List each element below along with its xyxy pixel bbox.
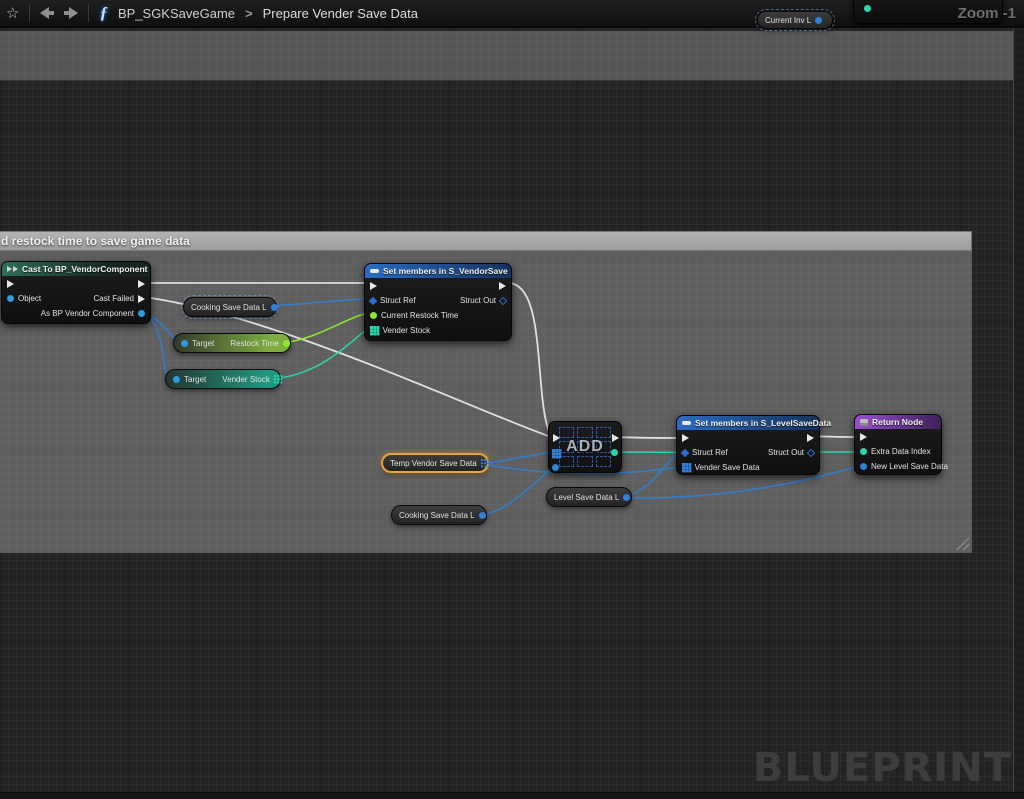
value-out-pin[interactable]	[479, 512, 486, 519]
pill-temp-vendor-save-data[interactable]: Temp Vendor Save Data	[381, 453, 489, 473]
struct-out-pin[interactable]	[499, 296, 507, 304]
node-title: Return Node	[872, 417, 923, 427]
pill-label: Level Save Data L	[554, 493, 619, 502]
as-component-label: As BP Vendor Component	[41, 309, 134, 318]
zoom-level-label: Zoom -1	[958, 5, 1016, 22]
new-level-save-pin[interactable]	[860, 463, 867, 470]
struct-icon	[682, 421, 691, 425]
pill-label: Cooking Save Data L	[399, 511, 475, 520]
value-out-pin[interactable]	[815, 17, 822, 24]
vender-save-data-label: Vender Save Data	[695, 463, 760, 472]
current-restock-pin[interactable]	[370, 312, 377, 319]
exec-in-pin[interactable]	[682, 434, 689, 442]
node-add[interactable]: ADD	[548, 421, 622, 473]
new-level-save-label: New Level Save Data	[871, 462, 948, 471]
struct-ref-label: Struct Ref	[380, 296, 416, 305]
extra-data-index-pin[interactable]	[860, 448, 867, 455]
exec-in-pin[interactable]	[370, 282, 377, 290]
as-component-pin[interactable]	[138, 310, 145, 317]
pill-label: Cooking Save Data L	[191, 303, 267, 312]
divider	[88, 4, 89, 22]
add-title: ADD	[549, 422, 621, 472]
bookmark-star-icon[interactable]: ☆	[6, 6, 19, 21]
comment-resize-handle[interactable]	[956, 537, 969, 550]
divider	[29, 4, 30, 22]
blueprint-watermark: BLUEPRINT	[753, 745, 1012, 791]
breadcrumb-root[interactable]: BP_SGKSaveGame	[118, 6, 235, 21]
set-in-pin[interactable]	[552, 449, 555, 452]
target-in-pin[interactable]	[173, 376, 180, 383]
node-title: Set members in S_VendorSave	[383, 266, 508, 276]
pill-cooking-save-data-top[interactable]: Cooking Save Data L	[183, 297, 277, 317]
struct-ref-pin[interactable]	[681, 448, 689, 456]
pill-get-restock-time[interactable]: Target Restock Time	[173, 333, 291, 353]
cast-icon	[7, 266, 18, 272]
struct-out-label: Struct Out	[460, 296, 496, 305]
pill-cooking-save-data-bottom[interactable]: Cooking Save Data L	[391, 505, 487, 525]
struct-ref-label: Struct Ref	[692, 448, 728, 457]
cast-failed-pin[interactable]	[138, 295, 145, 303]
vender-save-data-pin[interactable]	[682, 463, 685, 466]
value-out-pin[interactable]	[274, 375, 277, 378]
pill-get-vender-stock[interactable]: Target Vender Stock	[165, 369, 281, 389]
blueprint-graph-canvas[interactable]: d restock time to save game data	[0, 0, 1024, 799]
return-icon	[860, 419, 868, 426]
node-cast-to-bp-vendorcomponent[interactable]: Cast To BP_VendorComponent Object Cast F…	[1, 261, 151, 324]
pill-label: Vender Stock	[222, 375, 270, 384]
struct-icon	[370, 269, 379, 273]
exec-out-pin[interactable]	[807, 434, 814, 442]
extra-data-index-label: Extra Data Index	[871, 447, 931, 456]
current-restock-label: Current Restock Time	[381, 311, 458, 320]
vender-stock-label: Vender Stock	[383, 326, 431, 335]
forward-button[interactable]	[64, 7, 78, 19]
node-title: Set members in S_LevelSaveData	[695, 418, 831, 428]
index-out-pin[interactable]	[611, 449, 618, 456]
pill-label: Restock Time	[230, 339, 278, 348]
comment-body-clipped[interactable]	[0, 31, 1024, 81]
object-pin[interactable]	[7, 295, 14, 302]
exec-in-pin[interactable]	[860, 433, 867, 441]
node-set-members-levelsavedata[interactable]: Set members in S_LevelSaveData Struct Re…	[676, 415, 820, 475]
exec-out-pin[interactable]	[499, 282, 506, 290]
item-in-pin[interactable]	[552, 464, 559, 471]
panel-edge-bottom	[0, 792, 1024, 799]
target-label: Target	[184, 375, 206, 384]
comment-title[interactable]: d restock time to save game data	[0, 231, 972, 251]
target-label: Target	[192, 339, 214, 348]
function-icon: ƒ	[99, 3, 108, 23]
object-pin-label: Object	[18, 294, 41, 303]
exec-out-pin[interactable]	[612, 434, 619, 442]
node-return[interactable]: Return Node Extra Data Index New Level S…	[854, 414, 942, 475]
breadcrumb-current[interactable]: Prepare Vender Save Data	[263, 6, 418, 21]
value-out-pin[interactable]	[283, 340, 290, 347]
node-title: Cast To BP_VendorComponent	[22, 264, 147, 274]
exec-out-pin[interactable]	[138, 280, 145, 288]
struct-ref-pin[interactable]	[369, 296, 377, 304]
back-button[interactable]	[40, 7, 54, 19]
pill-level-save-data[interactable]: Level Save Data L	[546, 487, 632, 507]
value-out-pin[interactable]	[481, 459, 484, 462]
value-pin[interactable]	[864, 5, 871, 12]
cast-failed-label: Cast Failed	[94, 294, 134, 303]
value-out-pin[interactable]	[271, 304, 278, 311]
value-out-pin[interactable]	[623, 494, 630, 501]
struct-out-label: Struct Out	[768, 448, 804, 457]
pill-current-inv[interactable]: Current Inv L	[757, 11, 833, 29]
vender-stock-pin[interactable]	[370, 326, 373, 329]
exec-in-pin[interactable]	[7, 280, 14, 288]
chevron-right-icon: >	[245, 6, 253, 21]
panel-edge-right	[1014, 28, 1024, 799]
struct-out-pin[interactable]	[807, 448, 815, 456]
pill-label: Current Inv L	[765, 16, 811, 25]
target-in-pin[interactable]	[181, 340, 188, 347]
exec-in-pin[interactable]	[553, 434, 560, 442]
node-set-members-vendorsave[interactable]: Set members in S_VendorSave Struct Ref S…	[364, 263, 512, 341]
pill-label: Temp Vendor Save Data	[390, 459, 477, 468]
